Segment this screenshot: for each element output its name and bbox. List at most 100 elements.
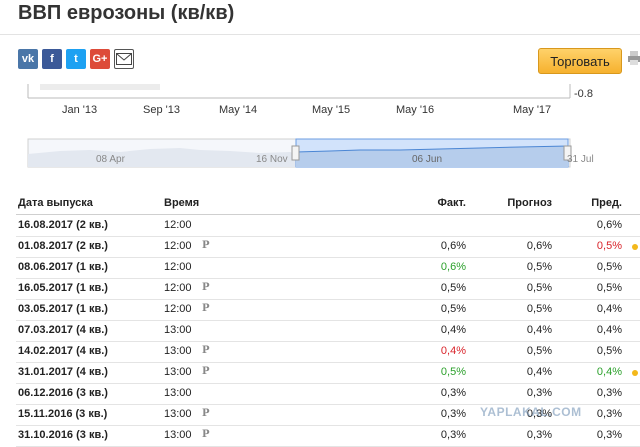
release-time: 13:00 <box>164 387 192 399</box>
release-date: 16.08.2017 (2 кв.) <box>18 219 108 231</box>
previous-value: 0,3% <box>596 387 622 399</box>
release-date: 14.02.2017 (4 кв.) <box>18 345 108 357</box>
table-row: 01.08.2017 (2 кв.) 12:00 P 0,6% 0,6% 0,5% <box>16 236 640 258</box>
previous-value: 0,3% <box>596 408 622 420</box>
table-row: 14.02.2017 (4 кв.) 13:00 P 0,4% 0,5% 0,5% <box>16 341 640 363</box>
chart-area: Jan '13 Sep '13 May '14 May '15 May '16 … <box>0 84 640 174</box>
previous-value: 0,5% <box>596 345 622 357</box>
page-title: ВВП еврозоны (кв/кв) <box>18 2 235 24</box>
preliminary-icon: P <box>202 408 210 419</box>
twitter-icon[interactable]: t <box>66 49 86 69</box>
chart-logo-remnant <box>40 84 160 90</box>
forecast-value: 0,6% <box>526 240 552 252</box>
table-header: Дата выпуска Время Факт. Прогноз Пред. <box>16 190 640 215</box>
release-time: 13:00 <box>164 408 192 420</box>
actual-value: 0,4% <box>440 345 466 357</box>
actual-value: 0,4% <box>440 324 466 336</box>
navigator-label: 16 Nov <box>256 154 288 165</box>
forecast-value: 0,3% <box>526 429 552 441</box>
release-date: 06.12.2016 (3 кв.) <box>18 387 108 399</box>
preliminary-icon: P <box>202 303 210 314</box>
actual-value: 0,6% <box>440 240 466 252</box>
header-time[interactable]: Время <box>164 197 199 209</box>
social-share-bar: vk f t G+ <box>18 49 134 69</box>
forecast-value: 0,5% <box>526 303 552 315</box>
release-time: 12:00 <box>164 219 192 231</box>
x-tick-label: May '15 <box>312 104 351 116</box>
preliminary-icon: P <box>202 282 210 293</box>
table-row: 06.12.2016 (3 кв.) 13:00 0,3% 0,3% 0,3% <box>16 383 640 405</box>
navigator-left-handle[interactable] <box>291 145 300 161</box>
table-row: 16.08.2017 (2 кв.) 12:00 0,6% <box>16 215 640 237</box>
x-tick-label: May '17 <box>513 104 552 116</box>
navigator-label: 08 Apr <box>96 154 125 165</box>
release-time: 12:00 <box>164 240 192 252</box>
previous-value: 0,4% <box>596 324 622 336</box>
actual-value: 0,6% <box>440 261 466 273</box>
y-tick-label: -0.8 <box>574 88 593 100</box>
x-tick-label: Jan '13 <box>62 104 98 116</box>
revised-dot-icon <box>632 370 638 376</box>
header-forecast[interactable]: Прогноз <box>507 197 552 209</box>
actual-value: 0,5% <box>440 366 466 378</box>
release-time: 13:00 <box>164 429 192 441</box>
table-row: 31.10.2016 (3 кв.) 13:00 P 0,3% 0,3% 0,3% <box>16 425 640 447</box>
release-date: 31.01.2017 (4 кв.) <box>18 366 108 378</box>
previous-value: 0,6% <box>596 219 622 231</box>
release-time: 13:00 <box>164 366 192 378</box>
release-date: 08.06.2017 (1 кв.) <box>18 261 108 273</box>
release-date: 07.03.2017 (4 кв.) <box>18 324 108 336</box>
header-date[interactable]: Дата выпуска <box>18 197 93 209</box>
print-icon[interactable] <box>628 51 640 69</box>
revised-dot-icon <box>632 244 638 250</box>
actual-value: 0,3% <box>440 408 466 420</box>
release-time: 13:00 <box>164 345 192 357</box>
table-row: 07.03.2017 (4 кв.) 13:00 0,4% 0,4% 0,4% <box>16 320 640 342</box>
actual-value: 0,5% <box>440 282 466 294</box>
release-time: 13:00 <box>164 324 192 336</box>
preliminary-icon: P <box>202 366 210 377</box>
mail-icon[interactable] <box>114 49 134 69</box>
navigator-label: 06 Jun <box>412 154 443 165</box>
header-previous[interactable]: Пред. <box>591 197 622 209</box>
x-tick-label: May '16 <box>396 104 435 116</box>
x-tick-label: Sep '13 <box>143 104 180 116</box>
vk-icon[interactable]: vk <box>18 49 38 69</box>
actual-value: 0,3% <box>440 429 466 441</box>
previous-value: 0,5% <box>596 261 622 273</box>
header-actual[interactable]: Факт. <box>438 197 467 209</box>
previous-value: 0,5% <box>596 240 622 252</box>
previous-value: 0,4% <box>596 303 622 315</box>
actual-value: 0,3% <box>440 387 466 399</box>
facebook-icon[interactable]: f <box>42 49 62 69</box>
previous-value: 0,4% <box>596 366 622 378</box>
preliminary-icon: P <box>202 345 210 356</box>
table-row: 16.05.2017 (1 кв.) 12:00 P 0,5% 0,5% 0,5% <box>16 278 640 300</box>
release-time: 12:00 <box>164 303 192 315</box>
preliminary-icon: P <box>202 429 210 440</box>
google-plus-icon[interactable]: G+ <box>90 49 110 69</box>
watermark: YAPLAKAL.COM <box>480 405 582 419</box>
table-row: 03.05.2017 (1 кв.) 12:00 P 0,5% 0,5% 0,4% <box>16 299 640 321</box>
previous-value: 0,5% <box>596 282 622 294</box>
forecast-value: 0,4% <box>526 366 552 378</box>
release-date: 31.10.2016 (3 кв.) <box>18 429 108 441</box>
release-time: 12:00 <box>164 261 192 273</box>
release-date: 03.05.2017 (1 кв.) <box>18 303 108 315</box>
forecast-value: 0,4% <box>526 324 552 336</box>
release-time: 12:00 <box>164 282 192 294</box>
forecast-value: 0,5% <box>526 282 552 294</box>
preliminary-icon: P <box>202 240 210 251</box>
table-row: 08.06.2017 (1 кв.) 12:00 0,6% 0,5% 0,5% <box>16 257 640 279</box>
release-date: 16.05.2017 (1 кв.) <box>18 282 108 294</box>
forecast-value: 0,5% <box>526 261 552 273</box>
navigator-label: 31 Jul <box>567 154 594 165</box>
forecast-value: 0,3% <box>526 387 552 399</box>
trade-button[interactable]: Торговать <box>538 48 622 74</box>
table-row: 31.01.2017 (4 кв.) 13:00 P 0,5% 0,4% 0,4% <box>16 362 640 384</box>
release-date: 01.08.2017 (2 кв.) <box>18 240 108 252</box>
actual-value: 0,5% <box>440 303 466 315</box>
x-tick-label: May '14 <box>219 104 258 116</box>
forecast-value: 0,5% <box>526 345 552 357</box>
divider <box>0 34 640 35</box>
